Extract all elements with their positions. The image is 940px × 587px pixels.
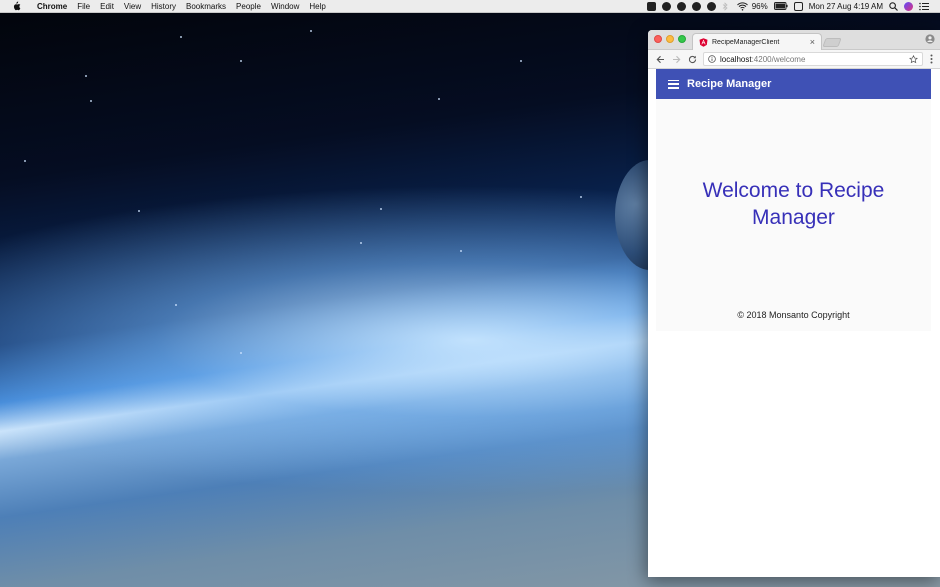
menu-bar: Chrome File Edit View History Bookmarks … [0,0,940,13]
url-path: :4200/welcome [751,54,806,64]
profile-icon[interactable] [925,34,935,44]
menu-edit[interactable]: Edit [100,0,114,13]
welcome-line-1: Welcome to Recipe [702,179,885,202]
bookmark-star-icon[interactable] [909,54,918,64]
tab-title: RecipeManagerClient [712,38,780,46]
screen-share-icon[interactable] [646,1,656,11]
menu-view[interactable]: View [124,0,141,13]
menu-window[interactable]: Window [271,0,299,13]
skype-icon[interactable] [706,1,716,11]
menu-people[interactable]: People [236,0,261,13]
spotlight-search-icon[interactable] [889,1,898,11]
welcome-heading: Welcome to Recipe Manager [656,177,931,231]
display-icon[interactable] [793,1,803,11]
address-bar[interactable]: localhost :4200/welcome [703,52,923,66]
bluetooth-icon[interactable] [722,1,731,11]
tab-strip: RecipeManagerClient × [648,30,940,50]
menu-app-chrome[interactable]: Chrome [37,0,67,13]
reload-button[interactable] [684,51,700,67]
menu-clock[interactable]: Mon 27 Aug 4:19 AM [809,2,883,11]
app-title: Recipe Manager [687,78,772,90]
recipe-manager-app: Recipe Manager Welcome to Recipe Manager… [656,69,931,331]
battery-percentage: 96% [751,1,768,11]
new-tab-button[interactable] [822,38,842,47]
copyright-footer: © 2018 Monsanto Copyright [737,310,850,320]
more-menu-icon[interactable] [926,52,936,66]
welcome-line-2: Manager [752,206,835,229]
battery-icon[interactable] [773,1,788,11]
browser-tab[interactable]: RecipeManagerClient × [692,33,822,50]
window-controls [654,35,686,43]
tree-icon[interactable] [661,1,671,11]
url-host: localhost [720,54,752,64]
menu-help[interactable]: Help [309,0,325,13]
app-toolbar: Recipe Manager [656,69,931,99]
menu-history[interactable]: History [151,0,176,13]
window-close-button[interactable] [654,35,662,43]
notification-center-icon[interactable] [919,2,929,11]
window-minimize-button[interactable] [666,35,674,43]
back-button[interactable] [652,51,668,67]
sync-icon[interactable] [676,1,686,11]
apple-icon[interactable] [12,1,26,11]
siri-icon[interactable] [904,1,913,11]
menu-bookmarks[interactable]: Bookmarks [186,0,226,13]
chrome-window: RecipeManagerClient × localhost :4200/we… [648,30,940,577]
wifi-icon[interactable] [736,1,748,11]
window-maximize-button[interactable] [678,35,686,43]
menu-file[interactable]: File [77,0,90,13]
browser-toolbar: localhost :4200/welcome [648,50,940,69]
angular-favicon-icon [699,37,708,47]
hamburger-menu-icon[interactable] [668,79,679,89]
alien-icon[interactable] [691,1,701,11]
forward-button[interactable] [668,51,684,67]
page-viewport: Recipe Manager Welcome to Recipe Manager… [648,69,940,576]
tab-close-icon[interactable]: × [810,37,815,47]
info-icon[interactable] [708,55,716,63]
